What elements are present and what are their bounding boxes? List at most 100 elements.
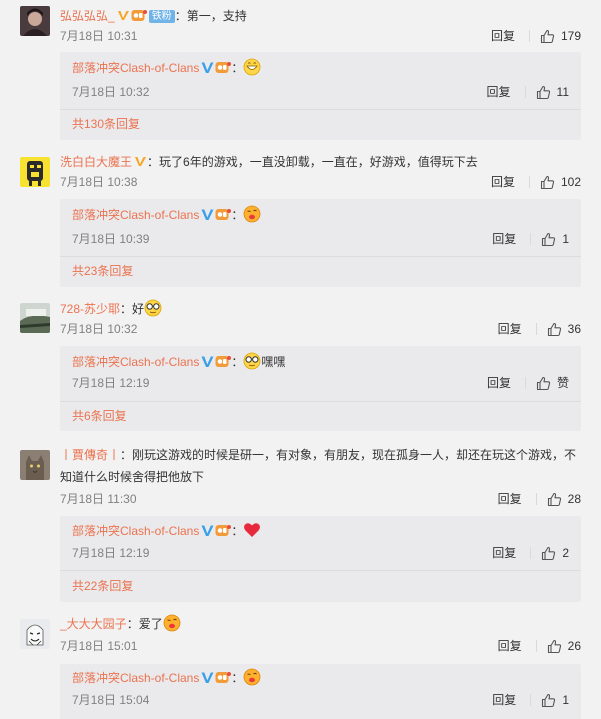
comment-sep: ： (174, 9, 187, 23)
tongue-wink-emoji-icon (243, 205, 261, 223)
like-button[interactable]: 1 (541, 690, 569, 710)
like-count: 26 (567, 639, 581, 653)
comment-time: 7月18日 15:01 (60, 639, 138, 653)
reply-actions: 回复 2 (492, 543, 569, 563)
reply-divider (60, 401, 581, 402)
reply-meta: 7月18日 10:32 回复 11 (72, 82, 569, 102)
reply-button[interactable]: 回复 (492, 229, 516, 249)
comment-feed: 弘弘弘弘_ 铁粉 ：第一，支持 7月18日 10:31 回复 179 部落冲突Cla… (0, 0, 601, 719)
like-button[interactable]: 2 (541, 543, 569, 563)
reply-meta: 7月18日 10:39 回复 1 (72, 229, 569, 249)
like-button[interactable]: 11 (536, 82, 569, 102)
more-replies-link[interactable]: 共23条回复 (72, 261, 133, 281)
reply-button[interactable]: 回复 (487, 373, 511, 393)
action-divider (535, 640, 537, 652)
comment-text: 玩了6年的游戏，一直没卸载，一直在，好游戏，值得玩下去 (159, 155, 478, 169)
action-divider (528, 30, 530, 42)
thumbs-up-icon (547, 322, 562, 337)
comment-sep: ： (120, 448, 133, 462)
reply-sep: ： (231, 355, 244, 369)
reply-meta: 7月18日 12:19 回复 赞 (72, 373, 569, 393)
level-icon (215, 671, 232, 684)
like-count: 28 (567, 492, 581, 506)
comment-text: 第一，支持 (186, 9, 247, 23)
reply-button[interactable]: 回复 (491, 172, 515, 192)
tongue-wink-emoji-icon (163, 614, 181, 632)
reply-actions: 回复 1 (492, 690, 569, 710)
reply-box: 部落冲突Clash-of-Clans ： 嘿嘿 7月18日 12:19 回复 赞 共… (60, 346, 581, 431)
tongue-wink-emoji-icon (243, 668, 261, 686)
reply-time: 7月18日 12:19 (72, 546, 150, 560)
comment-text-line: 弘弘弘弘_ 铁粉 ：第一，支持 (60, 6, 581, 26)
like-button[interactable]: 1 (541, 229, 569, 249)
more-replies-link[interactable]: 共22条回复 (72, 576, 133, 596)
reply-time: 7月18日 12:19 (72, 376, 150, 390)
reply-username[interactable]: 部落冲突Clash-of-Clans (72, 671, 199, 685)
reply-button[interactable]: 回复 (487, 82, 511, 102)
comment-meta: 7月18日 10:32 回复 36 (60, 319, 581, 339)
comment-actions: 回复 102 (491, 172, 581, 192)
comment-time: 7月18日 10:31 (60, 29, 138, 43)
action-divider (530, 233, 532, 245)
reply-text-line: 部落冲突Clash-of-Clans ： (72, 57, 569, 79)
reply-time: 7月18日 10:39 (72, 232, 150, 246)
comment-time: 7月18日 10:32 (60, 322, 138, 336)
comment-text: 爱了 (138, 617, 163, 631)
avatar[interactable] (20, 157, 50, 187)
reply-sep: ： (231, 208, 244, 222)
reply-button[interactable]: 回复 (492, 543, 516, 563)
like-count: 2 (562, 546, 569, 560)
comment-time: 7月18日 11:30 (60, 492, 137, 506)
thumbs-up-icon (540, 175, 555, 190)
comment-username[interactable]: 728-苏少耶 (60, 302, 120, 316)
reply-username[interactable]: 部落冲突Clash-of-Clans (72, 524, 199, 538)
reply-box: 部落冲突Clash-of-Clans ： 7月18日 10:32 回复 11 共1… (60, 52, 581, 140)
like-button[interactable]: 102 (540, 172, 581, 192)
comment-username[interactable]: 弘弘弘弘_ (60, 9, 115, 23)
glasses-emoji-icon (144, 299, 162, 317)
avatar[interactable] (20, 450, 50, 480)
more-replies-link[interactable]: 共6条回复 (72, 406, 127, 426)
reply-button[interactable]: 回复 (492, 690, 516, 710)
action-divider (524, 377, 526, 389)
reply-button[interactable]: 回复 (498, 636, 522, 656)
reply-button[interactable]: 回复 (491, 26, 515, 46)
reply-divider (60, 570, 581, 571)
comment-text-line: _大大大园子：爱了 (60, 614, 581, 634)
action-divider (528, 176, 530, 188)
reply-text-line: 部落冲突Clash-of-Clans ： (72, 667, 569, 689)
comment-username[interactable]: _大大大园子 (60, 617, 127, 631)
action-divider (535, 323, 537, 335)
glasses-emoji-icon (243, 352, 261, 370)
thumbs-up-icon (536, 376, 551, 391)
like-count: 11 (556, 85, 569, 99)
reply-username[interactable]: 部落冲突Clash-of-Clans (72, 355, 199, 369)
avatar[interactable] (20, 6, 50, 36)
more-replies-link[interactable]: 共130条回复 (72, 114, 140, 134)
comment-username[interactable]: 洗白白大魔王 (60, 155, 132, 169)
reply-username[interactable]: 部落冲突Clash-of-Clans (72, 61, 199, 75)
reply-username[interactable]: 部落冲突Clash-of-Clans (72, 208, 199, 222)
like-count: 102 (560, 175, 581, 189)
grin-emoji-icon (243, 58, 261, 76)
avatar[interactable] (20, 303, 50, 333)
verified-v-icon (134, 155, 147, 168)
comment-username[interactable]: 丨賈傳奇丨 (60, 448, 120, 462)
like-button[interactable]: 36 (547, 319, 581, 339)
verified-v-icon (117, 9, 130, 22)
comment-text-line: 728-苏少耶：好 (60, 299, 581, 319)
blue-verified-v-icon (201, 524, 214, 537)
like-button[interactable]: 赞 (536, 373, 569, 393)
like-count: 赞 (556, 376, 569, 390)
comment-time: 7月18日 10:38 (60, 175, 138, 189)
avatar[interactable] (20, 619, 50, 649)
comment-text: 刚玩这游戏的时候是研一，有对象，有朋友，现在孤身一人，却还在玩这个游戏，不知道什… (60, 448, 577, 484)
like-button[interactable]: 28 (547, 489, 581, 509)
like-button[interactable]: 179 (540, 26, 581, 46)
level-icon (131, 9, 147, 22)
level-icon (215, 61, 232, 74)
reply-button[interactable]: 回复 (498, 319, 522, 339)
like-button[interactable]: 26 (547, 636, 581, 656)
reply-sep: ： (231, 671, 244, 685)
reply-button[interactable]: 回复 (498, 489, 522, 509)
